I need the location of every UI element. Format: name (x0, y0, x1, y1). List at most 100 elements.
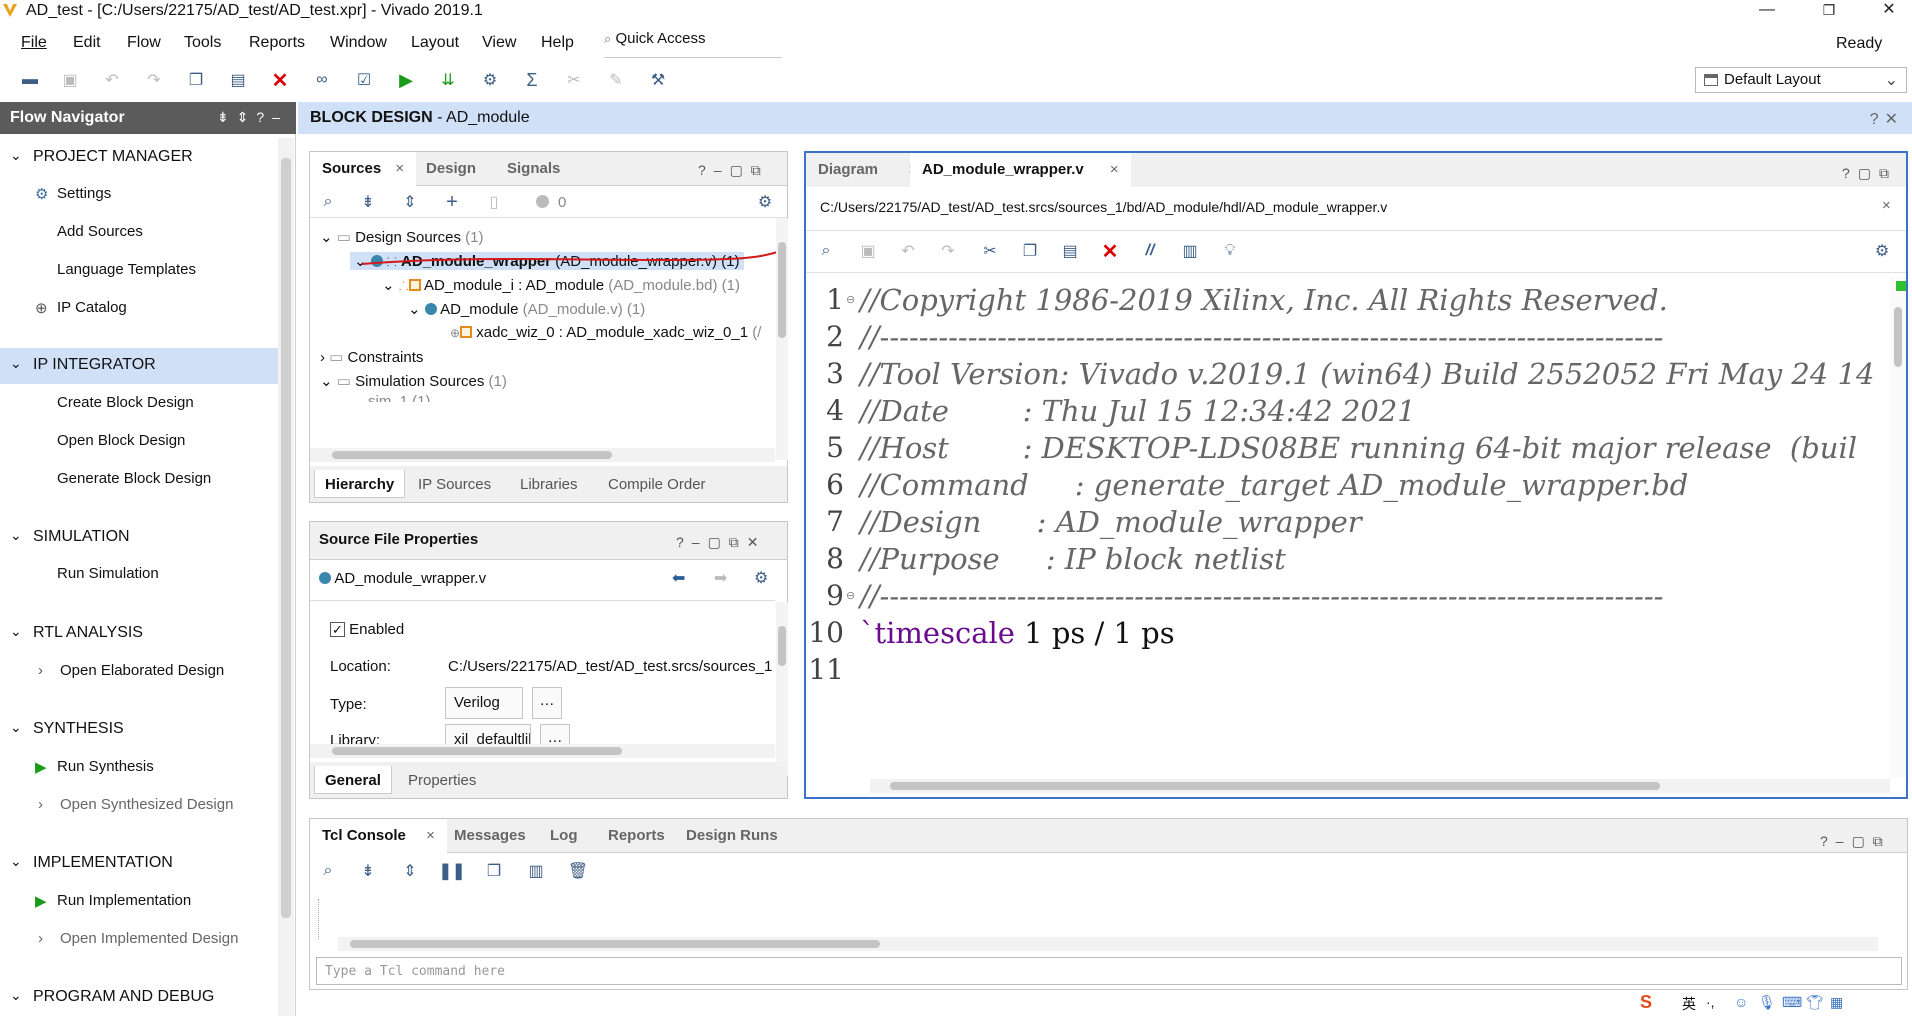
copy-icon[interactable]: ❐ (1018, 237, 1042, 265)
section-project-manager[interactable]: ⌄ PROJECT MANAGER (0, 140, 278, 176)
back-arrow-icon[interactable]: ⬅ (672, 568, 685, 588)
ime-punctuation[interactable]: ·, (1706, 994, 1715, 1010)
emoji-icon[interactable]: ☺ (1734, 994, 1748, 1010)
collapse-all-icon[interactable]: ⇟ (356, 857, 380, 885)
code-line[interactable]: //Date : Thu Jul 15 12:34:42 2021 (860, 394, 1416, 428)
find-icon[interactable]: ∞ (310, 66, 334, 94)
tree-simulation-sources[interactable]: ⌄ ▭ Simulation Sources (1) (320, 372, 507, 390)
layout-select[interactable]: Default Layout ⌄ (1695, 67, 1907, 93)
close-icon[interactable]: × (395, 160, 404, 177)
sources-vscroll[interactable] (776, 218, 788, 460)
collapse-all-icon[interactable]: ⇟ (356, 188, 380, 216)
fold-icon[interactable]: ⊖ (846, 293, 855, 306)
save-icon[interactable]: ▣ (856, 237, 880, 265)
menu-tools[interactable]: Tools (184, 34, 221, 52)
editor-vscroll[interactable] (1890, 277, 1906, 777)
tab-design[interactable]: Design (414, 152, 488, 186)
close-window-button[interactable]: ✕ (1866, 0, 1912, 22)
code-line[interactable]: //--------------------------------------… (860, 579, 1663, 613)
tcl-command-input[interactable]: Type a Tcl command here (316, 957, 1902, 985)
tab-log[interactable]: Log (538, 819, 590, 853)
tree-design-sources[interactable]: ⌄ ▭ Design Sources (1) (320, 228, 484, 246)
paste-icon[interactable]: ▤ (1058, 237, 1082, 265)
nav-open-elaborated-design[interactable]: › Open Elaborated Design (38, 662, 224, 679)
section-rtl-analysis[interactable]: ⌄ RTL ANALYSIS (0, 616, 278, 652)
fold-icon[interactable]: ⊖ (846, 589, 855, 602)
tree-module[interactable]: ⌄ AD_module (AD_module.v) (1) (408, 300, 645, 318)
tree-module-i[interactable]: ⌄ ⸫ AD_module_i : AD_module (AD_module.b… (382, 276, 740, 294)
menu-window[interactable]: Window (330, 34, 387, 52)
run-icon[interactable]: ▶ (394, 66, 418, 94)
code-line[interactable]: //Command : generate_target AD_module_wr… (860, 468, 1688, 502)
type-field[interactable]: Verilog (445, 687, 523, 719)
tcl-hscroll[interactable] (338, 937, 1878, 951)
nav-run-synthesis[interactable]: ▶ Run Synthesis (35, 758, 154, 776)
menu-edit[interactable]: Edit (73, 34, 101, 52)
search-icon[interactable]: ⌕ (316, 188, 340, 216)
code-area[interactable]: 1 ⊖//Copyright 1986-2019 Xilinx, Inc. All… (806, 277, 1890, 773)
nav-language-templates[interactable]: Language Templates (57, 261, 196, 278)
gear-icon[interactable]: ⚙ (753, 188, 777, 216)
keyboard-icon[interactable]: ⌨ (1782, 994, 1802, 1011)
search-icon[interactable]: ⌕ (316, 857, 340, 885)
menu-view[interactable]: View (482, 34, 516, 52)
delete-icon[interactable]: ✕ (268, 66, 292, 94)
nav-add-sources[interactable]: Add Sources (57, 223, 143, 240)
code-line[interactable]: //--------------------------------------… (860, 320, 1663, 354)
sigma-icon[interactable]: Σ (520, 66, 544, 94)
scrollbar-thumb[interactable] (332, 747, 622, 755)
debug-icon[interactable]: ✎ (604, 66, 628, 94)
code-line[interactable]: //Purpose : IP block netlist (860, 542, 1286, 576)
menu-help[interactable]: Help (541, 34, 574, 52)
menu-flow[interactable]: Flow (127, 34, 161, 52)
editor-hscroll[interactable] (870, 779, 1890, 793)
microphone-icon[interactable]: 🎙︎ (1758, 994, 1776, 1011)
nav-open-implemented-design[interactable]: › Open Implemented Design (38, 930, 238, 947)
nav-create-block-design[interactable]: Create Block Design (57, 394, 194, 411)
scrollbar-thumb[interactable] (890, 782, 1660, 790)
copy-icon[interactable]: ❐ (184, 66, 208, 94)
nav-run-simulation[interactable]: Run Simulation (57, 565, 159, 582)
undo-icon[interactable]: ↶ (100, 66, 124, 94)
expand-all-icon[interactable]: ⇕ (398, 188, 422, 216)
tab-tcl-console[interactable]: Tcl Console × (310, 819, 447, 853)
code-line[interactable]: //Tool Version: Vivado v.2019.1 (win64) … (860, 357, 1874, 391)
comment-icon[interactable]: // (1138, 237, 1162, 265)
nav-open-synthesized-design[interactable]: › Open Synthesized Design (38, 796, 233, 813)
section-ip-integrator[interactable]: ⌄ IP INTEGRATOR (0, 348, 278, 384)
nav-settings[interactable]: ⚙ Settings (35, 185, 111, 203)
trash-icon[interactable]: 🗑︎ (566, 857, 590, 885)
scrollbar-thumb[interactable] (778, 242, 786, 338)
redo-icon[interactable]: ↷ (142, 66, 166, 94)
code-line[interactable]: //Host : DESKTOP-LDS08BE running 64-bit … (860, 431, 1857, 465)
tab-signals[interactable]: Signals (495, 152, 572, 186)
expand-all-icon[interactable]: ⇕ (398, 857, 422, 885)
wrench-icon[interactable]: ⚒ (646, 66, 670, 94)
code-line[interactable]: //Design : AD_module_wrapper (860, 505, 1362, 539)
check-icon[interactable]: ☑ (352, 66, 376, 94)
gear-icon[interactable]: ⚙ (754, 568, 768, 588)
help-doc-icon[interactable]: ▯ (482, 188, 506, 216)
tab-general[interactable]: General (314, 766, 392, 794)
close-icon[interactable]: × (426, 827, 435, 844)
quick-access-field[interactable]: ⌕ Quick Access (604, 30, 782, 58)
tree-xadc[interactable]: ⊕ xadc_wiz_0 : AD_module_xadc_wiz_0_1 (/ (450, 324, 761, 341)
gear-icon[interactable]: ⚙ (1870, 237, 1894, 265)
nav-ip-catalog[interactable]: ⊕ IP Catalog (35, 299, 127, 317)
panel-controls[interactable]: ?▢⧉ (1842, 165, 1897, 182)
header-controls[interactable]: ?✕ (1870, 109, 1904, 129)
nav-open-block-design[interactable]: Open Block Design (57, 432, 185, 449)
restore-button[interactable]: ❐ (1806, 0, 1852, 22)
code-line[interactable]: //Copyright 1986-2019 Xilinx, Inc. All R… (860, 283, 1668, 317)
settings-icon[interactable]: ⚙ (478, 66, 502, 94)
panel-controls[interactable]: ?–▢⧉✕ (676, 534, 767, 551)
tree-constraints[interactable]: › ▭ Constraints (320, 348, 423, 366)
minimize-button[interactable]: — (1744, 0, 1790, 22)
program-icon[interactable]: ⇊ (436, 66, 460, 94)
grid-icon[interactable]: ▦ (1830, 994, 1843, 1011)
panel-controls[interactable]: ⇟⇕?– (217, 109, 288, 126)
tab-sources[interactable]: Sources × (310, 152, 417, 186)
props-vscroll[interactable] (776, 602, 788, 776)
tab-hierarchy[interactable]: Hierarchy (314, 470, 406, 498)
tab-ip-sources[interactable]: IP Sources (408, 470, 501, 498)
